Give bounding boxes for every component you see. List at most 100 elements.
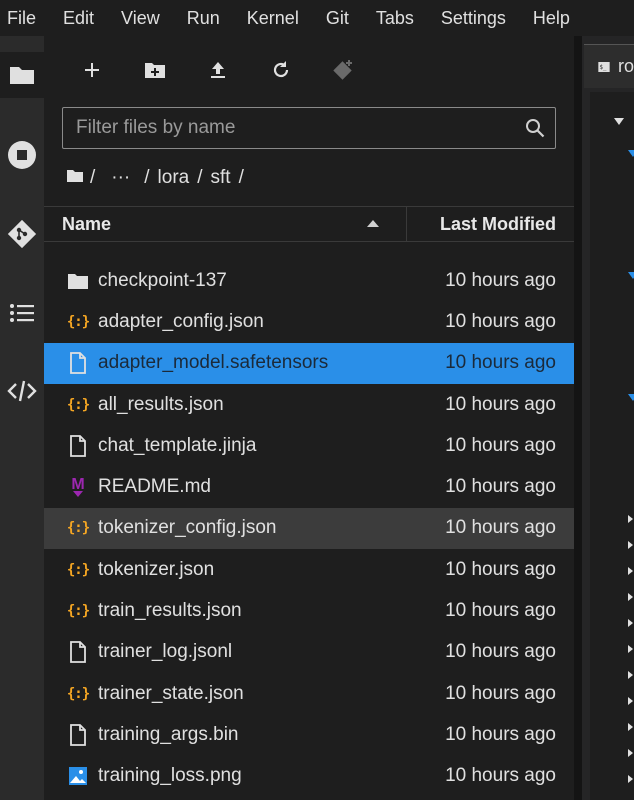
expand-caret-icon[interactable]	[628, 645, 633, 653]
file-row[interactable]: {:} tokenizer.json 10 hours ago	[44, 549, 574, 590]
file-row[interactable]: {:} all_results.json 10 hours ago	[44, 384, 574, 425]
terminal-tab[interactable]: $_ ro	[584, 44, 634, 88]
file-row[interactable]: training_loss.png 10 hours ago	[44, 756, 574, 797]
expand-caret-icon[interactable]	[628, 749, 633, 757]
filter-box	[62, 107, 556, 149]
breadcrumb-ellipsis[interactable]: ···	[111, 167, 130, 189]
breadcrumb-lora[interactable]: lora	[158, 167, 190, 189]
last-modified-column-header[interactable]: Last Modified	[440, 214, 556, 235]
file-name: trainer_log.jsonl	[98, 641, 233, 663]
expand-caret-icon[interactable]	[628, 697, 633, 705]
file-row[interactable]: {:} adapter_config.json 10 hours ago	[44, 301, 574, 342]
file-icon	[66, 434, 90, 458]
new-launcher-icon	[85, 63, 99, 77]
new-folder-button[interactable]	[140, 56, 170, 84]
main-area: $_ ro	[582, 36, 634, 800]
svg-text:$_: $_	[599, 63, 607, 70]
file-name: README.md	[98, 476, 211, 498]
file-row[interactable]: {:} trainer_state.json 10 hours ago	[44, 673, 574, 714]
git-clone-icon	[333, 60, 352, 80]
image-icon	[66, 764, 90, 788]
file-modified: 10 hours ago	[445, 765, 556, 787]
expand-caret-icon[interactable]	[628, 723, 633, 731]
file-row[interactable]: M README.md 10 hours ago	[44, 466, 574, 507]
terminal-tab-label: ro	[617, 56, 634, 76]
expand-caret-icon[interactable]	[628, 775, 633, 783]
menu-run[interactable]: Run	[187, 8, 220, 29]
git-tab[interactable]	[0, 211, 44, 257]
menu-edit[interactable]: Edit	[63, 8, 94, 29]
new-folder-icon	[145, 63, 165, 78]
expand-caret-icon[interactable]	[628, 567, 633, 575]
json-icon: {:}	[66, 520, 90, 537]
file-name: trainer_state.json	[98, 682, 244, 704]
expand-caret-icon[interactable]	[628, 593, 633, 601]
breadcrumb: / ··· / lora / sft /	[66, 166, 252, 190]
file-row[interactable]: adapter_model.safetensors 10 hours ago	[44, 342, 574, 384]
code-tab[interactable]	[0, 368, 44, 414]
file-name: tokenizer.json	[98, 558, 215, 580]
expand-caret-icon[interactable]	[628, 541, 633, 549]
file-modified: 10 hours ago	[445, 434, 556, 456]
file-row[interactable]: trainer_log.jsonl 10 hours ago	[44, 632, 574, 673]
menu-settings[interactable]: Settings	[441, 8, 506, 29]
file-name: adapter_model.safetensors	[98, 352, 329, 374]
file-modified: 10 hours ago	[445, 352, 556, 374]
folder-icon	[66, 269, 90, 293]
new-launcher-button[interactable]	[77, 56, 107, 84]
upload-button[interactable]	[203, 56, 233, 84]
breadcrumb-sft[interactable]: sft	[211, 167, 231, 189]
collapse-caret-icon[interactable]	[628, 150, 634, 157]
code-icon	[7, 380, 37, 402]
refresh-icon	[273, 61, 289, 78]
filter-input[interactable]	[63, 108, 515, 148]
menu-kernel[interactable]: Kernel	[247, 8, 299, 29]
menu-tabs[interactable]: Tabs	[376, 8, 414, 29]
expand-caret-icon[interactable]	[628, 515, 633, 523]
column-divider[interactable]	[406, 207, 407, 241]
breadcrumb-root[interactable]: /	[90, 167, 95, 189]
table-of-contents-icon	[10, 304, 34, 322]
expand-caret-icon[interactable]	[628, 671, 633, 679]
upload-icon	[211, 62, 225, 78]
running-sessions-tab[interactable]	[0, 132, 44, 178]
file-row[interactable]: {:} train_results.json 10 hours ago	[44, 590, 574, 631]
file-row[interactable]: checkpoint-137 10 hours ago	[44, 260, 574, 301]
git-icon	[7, 219, 37, 249]
panel-splitter[interactable]	[574, 36, 582, 800]
sort-ascending-icon	[367, 220, 379, 227]
file-modified: 10 hours ago	[445, 393, 556, 415]
file-name: chat_template.jinja	[98, 434, 257, 456]
file-modified: 10 hours ago	[445, 517, 556, 539]
home-folder-icon[interactable]	[66, 167, 84, 189]
collapse-caret-icon[interactable]	[628, 394, 634, 401]
file-browser-panel: / ··· / lora / sft / Name Last Modified …	[44, 36, 574, 800]
file-modified: 10 hours ago	[445, 682, 556, 704]
name-column-header[interactable]: Name	[62, 214, 111, 235]
file-row[interactable]: {:} tokenizer_config.json 10 hours ago	[44, 507, 574, 550]
expand-caret-icon[interactable]	[628, 619, 633, 627]
menu-view[interactable]: View	[121, 8, 160, 29]
file-browser-tab[interactable]	[0, 52, 44, 98]
collapse-caret-icon[interactable]	[628, 272, 634, 279]
json-icon: {:}	[66, 313, 90, 330]
menu-file[interactable]: File	[7, 8, 36, 29]
file-modified: 10 hours ago	[445, 476, 556, 498]
file-row[interactable]: chat_template.jinja 10 hours ago	[44, 425, 574, 466]
table-of-contents-tab[interactable]	[0, 290, 44, 336]
menu-help[interactable]: Help	[533, 8, 570, 29]
json-icon: {:}	[66, 561, 90, 578]
file-row[interactable]: training_args.bin 10 hours ago	[44, 714, 574, 755]
running-icon	[8, 141, 36, 169]
search-icon	[515, 108, 555, 148]
git-clone-button[interactable]	[328, 56, 358, 84]
breadcrumb-separator: /	[238, 167, 244, 188]
collapse-caret-icon[interactable]	[614, 118, 624, 125]
menu-git[interactable]: Git	[326, 8, 349, 29]
refresh-button[interactable]	[266, 56, 296, 84]
folder-icon	[10, 67, 34, 84]
breadcrumb-separator: /	[197, 167, 203, 188]
file-name: training_args.bin	[98, 723, 239, 745]
file-name: adapter_config.json	[98, 310, 264, 332]
file-name: checkpoint-137	[98, 269, 227, 291]
